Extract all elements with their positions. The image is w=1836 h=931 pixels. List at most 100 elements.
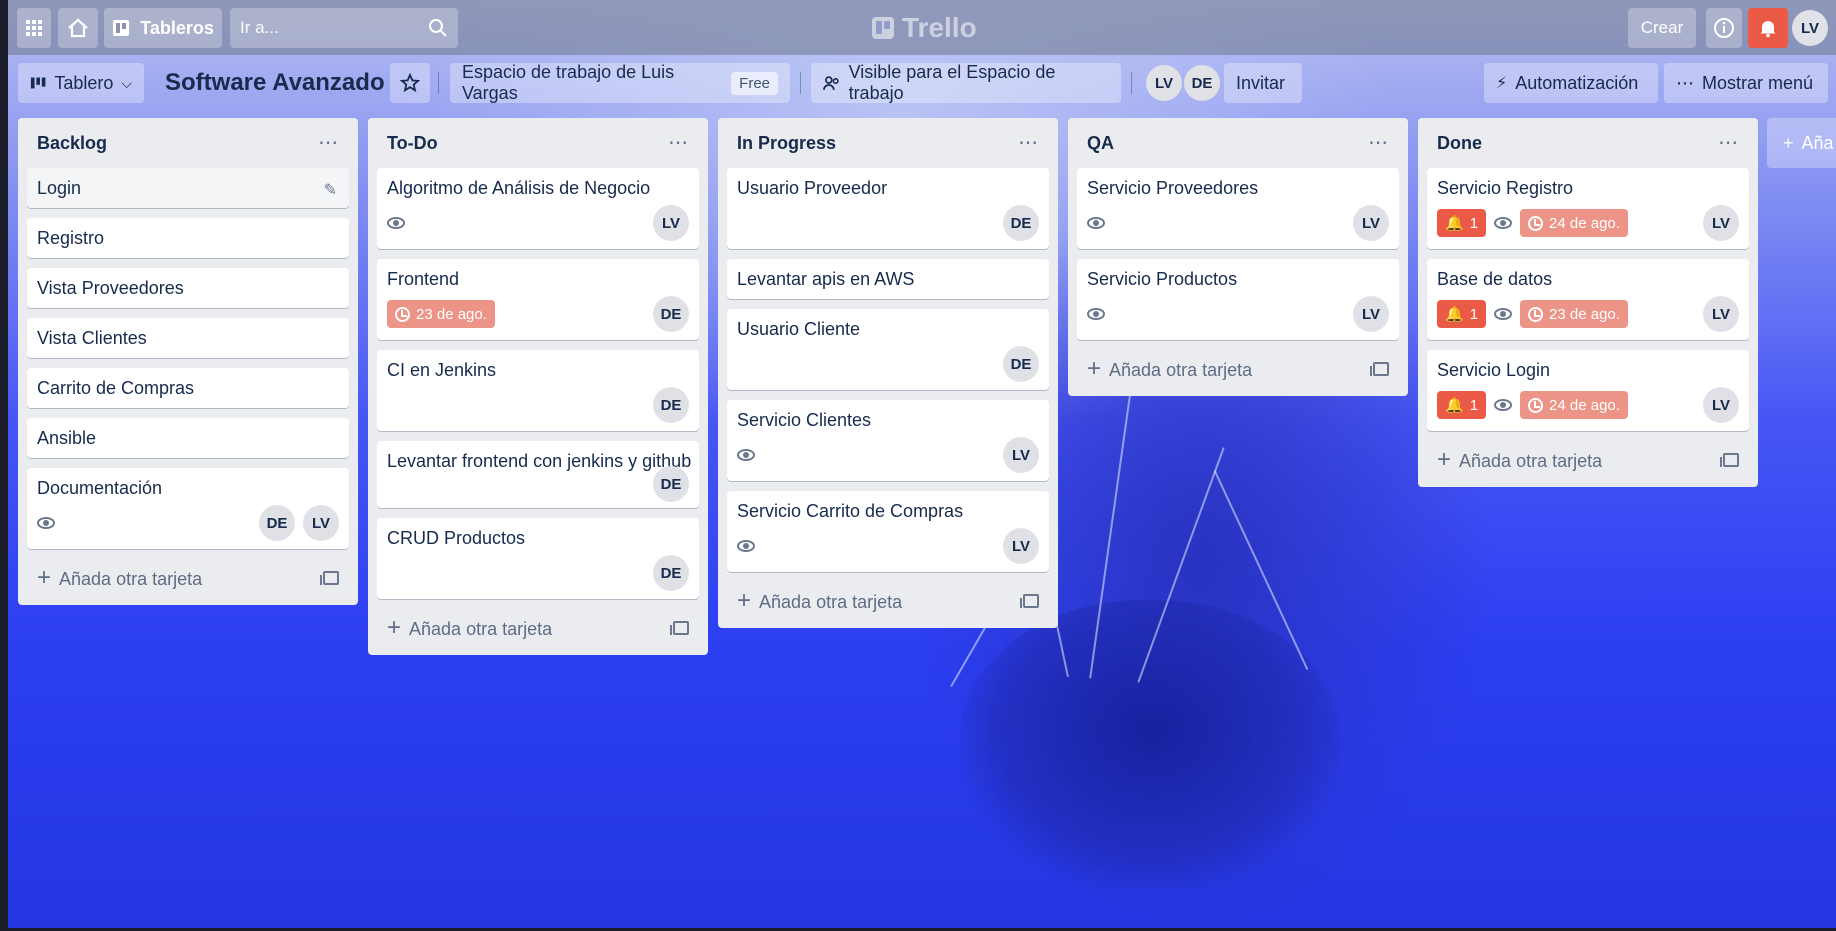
add-card-button[interactable]: + Añada otra tarjeta xyxy=(727,582,1049,620)
list-menu-icon[interactable]: ⋯ xyxy=(1718,133,1739,153)
card[interactable]: Registro xyxy=(27,218,349,258)
apps-grid-icon[interactable] xyxy=(17,8,51,48)
member-avatar[interactable]: DE xyxy=(1184,65,1220,101)
add-card-label: Añada otra tarjeta xyxy=(759,592,903,612)
card[interactable]: Servicio Clientes LV xyxy=(727,400,1049,481)
list-menu-icon[interactable]: ⋯ xyxy=(1368,133,1389,153)
add-list-button[interactable]: + Aña xyxy=(1767,118,1836,168)
card[interactable]: Documentación DE LV xyxy=(27,468,349,549)
card-member-avatar[interactable]: LV xyxy=(1703,205,1739,241)
card[interactable]: Vista Proveedores xyxy=(27,268,349,308)
card-title: Registro xyxy=(37,228,105,248)
visibility-button[interactable]: Visible para el Espacio de trabajo xyxy=(811,62,1121,103)
card-member-avatar[interactable]: LV xyxy=(1703,296,1739,332)
boards-label: Tableros xyxy=(140,17,214,38)
card[interactable]: Usuario Cliente DE xyxy=(727,309,1049,390)
card-template-icon[interactable] xyxy=(1370,362,1389,376)
card-template-icon[interactable] xyxy=(1720,453,1739,467)
card[interactable]: Levantar frontend con jenkins y github D… xyxy=(377,441,699,508)
card[interactable]: Servicio Login 🔔 1 24 de ago. LV xyxy=(1427,350,1749,431)
card[interactable]: Servicio Proveedores LV xyxy=(1077,168,1399,249)
workspace-button[interactable]: Espacio de trabajo de Luis Vargas Free xyxy=(450,62,790,103)
member-avatar[interactable]: LV xyxy=(1146,65,1182,101)
trello-logo[interactable]: Trello xyxy=(872,10,977,46)
card-member-avatar[interactable]: LV xyxy=(1003,528,1039,564)
card-member-avatar[interactable]: LV xyxy=(1003,437,1039,473)
due-date-badge[interactable]: 23 de ago. xyxy=(387,300,495,328)
bell-icon: 🔔 xyxy=(1445,214,1464,232)
automation-button[interactable]: ⚡ Automatización xyxy=(1484,63,1658,103)
card-member-avatar[interactable]: LV xyxy=(1353,296,1389,332)
list-title[interactable]: Backlog xyxy=(37,133,107,154)
card[interactable]: Levantar apis en AWS xyxy=(727,259,1049,299)
card-member-avatar[interactable]: LV xyxy=(1703,387,1739,423)
list-menu-icon[interactable]: ⋯ xyxy=(318,133,339,153)
create-label: Crear xyxy=(1640,18,1684,37)
card-template-icon[interactable] xyxy=(320,571,339,585)
board-view-switcher[interactable]: Tablero ⌵ xyxy=(18,63,144,103)
card[interactable]: Frontend 23 de ago. DE xyxy=(377,259,699,340)
card-member-avatar[interactable]: DE xyxy=(1003,346,1039,382)
card-member-avatar[interactable]: LV xyxy=(653,205,689,241)
add-card-button[interactable]: + Añada otra tarjeta xyxy=(1077,350,1399,388)
card-member-avatar[interactable]: LV xyxy=(1353,205,1389,241)
card[interactable]: Vista Clientes xyxy=(27,318,349,358)
card[interactable]: Login ✎ xyxy=(27,168,349,208)
card-member-avatar[interactable]: DE xyxy=(259,505,295,541)
add-card-button[interactable]: + Añada otra tarjeta xyxy=(1427,441,1749,479)
due-date-badge[interactable]: 24 de ago. xyxy=(1520,209,1628,237)
card-member-avatar[interactable]: DE xyxy=(653,296,689,332)
edit-pencil-icon[interactable]: ✎ xyxy=(324,180,337,200)
boards-icon xyxy=(113,20,130,36)
clock-icon xyxy=(1528,397,1544,413)
list-title[interactable]: QA xyxy=(1087,133,1114,154)
home-button[interactable] xyxy=(58,8,98,48)
card[interactable]: Servicio Carrito de Compras LV xyxy=(727,491,1049,572)
card-member-avatar[interactable]: DE xyxy=(1003,205,1039,241)
board-title[interactable]: Software Avanzado xyxy=(165,63,385,103)
card-template-icon[interactable] xyxy=(670,621,689,635)
notification-badge[interactable]: 🔔 1 xyxy=(1437,391,1487,419)
card[interactable]: Servicio Registro 🔔 1 24 de ago. LV xyxy=(1427,168,1749,249)
list-menu-icon[interactable]: ⋯ xyxy=(1018,133,1039,153)
card[interactable]: Algoritmo de Análisis de Negocio LV xyxy=(377,168,699,249)
invite-button[interactable]: Invitar xyxy=(1224,63,1302,103)
list-title[interactable]: To-Do xyxy=(387,133,438,154)
info-button[interactable] xyxy=(1706,8,1742,48)
show-menu-button[interactable]: ⋯ Mostrar menú xyxy=(1664,63,1828,103)
card[interactable]: Usuario Proveedor DE xyxy=(727,168,1049,249)
card-member-avatar[interactable]: LV xyxy=(303,505,339,541)
user-avatar[interactable]: LV xyxy=(1792,10,1828,46)
notification-count: 1 xyxy=(1469,214,1479,232)
list-title[interactable]: In Progress xyxy=(737,133,836,154)
card-member-avatar[interactable]: DE xyxy=(653,387,689,423)
list-title[interactable]: Done xyxy=(1437,133,1482,154)
add-card-button[interactable]: + Añada otra tarjeta xyxy=(27,559,349,597)
card[interactable]: Carrito de Compras xyxy=(27,368,349,408)
notifications-button[interactable] xyxy=(1748,8,1788,48)
card[interactable]: Ansible xyxy=(27,418,349,458)
list-in-progress: In Progress ⋯ Usuario Proveedor DE Levan… xyxy=(718,118,1058,628)
card-member-avatar[interactable]: DE xyxy=(653,555,689,591)
star-board-button[interactable] xyxy=(390,63,430,103)
invite-label: Invitar xyxy=(1236,72,1286,93)
boards-button[interactable]: Tableros xyxy=(104,8,222,48)
card[interactable]: CI en Jenkins DE xyxy=(377,350,699,431)
search-input[interactable]: Ir a... xyxy=(230,8,458,48)
card-badges: 23 de ago. DE xyxy=(387,296,689,332)
list-menu-icon[interactable]: ⋯ xyxy=(668,133,689,153)
create-button[interactable]: Crear xyxy=(1628,8,1696,48)
notification-badge[interactable]: 🔔 1 xyxy=(1437,300,1487,328)
card-title: Servicio Productos xyxy=(1087,269,1238,289)
due-date-badge[interactable]: 24 de ago. xyxy=(1520,391,1628,419)
add-card-button[interactable]: + Añada otra tarjeta xyxy=(377,609,699,647)
due-date-badge[interactable]: 23 de ago. xyxy=(1520,300,1628,328)
card[interactable]: Base de datos 🔔 1 23 de ago. LV xyxy=(1427,259,1749,340)
watch-eye-icon xyxy=(1087,308,1105,320)
board-members: LV DE xyxy=(1146,65,1220,101)
card-template-icon[interactable] xyxy=(1020,594,1039,608)
notification-badge[interactable]: 🔔 1 xyxy=(1437,209,1487,237)
card[interactable]: Servicio Productos LV xyxy=(1077,259,1399,340)
card[interactable]: CRUD Productos DE xyxy=(377,518,699,599)
card-member-avatar[interactable]: DE xyxy=(653,466,689,502)
